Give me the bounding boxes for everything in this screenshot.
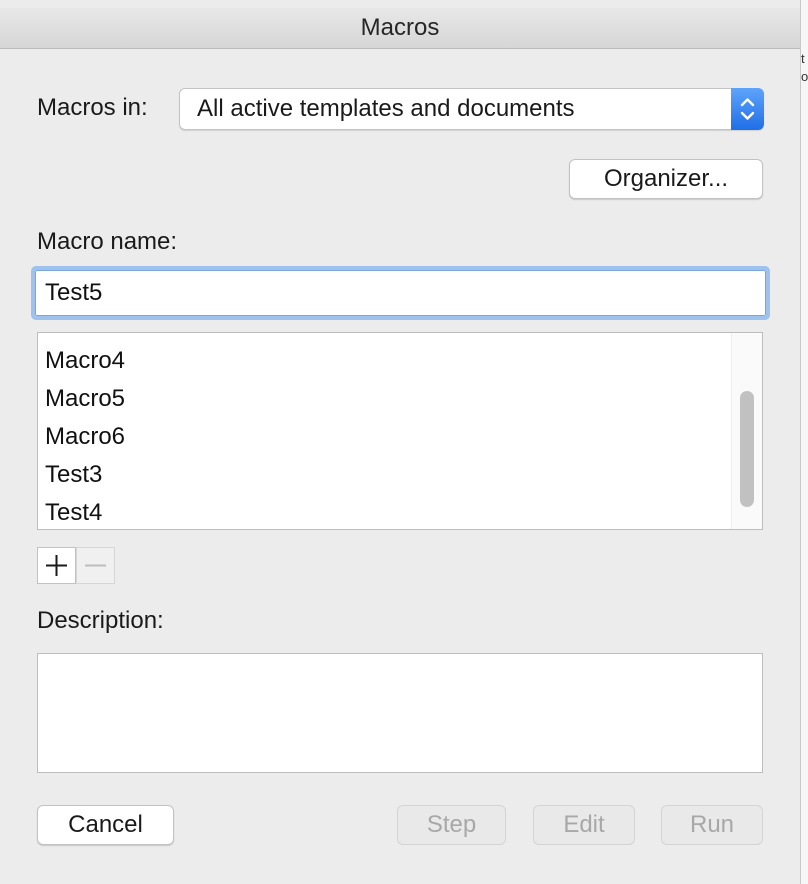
list-item[interactable]: Macro5 xyxy=(45,380,125,418)
organizer-button[interactable]: Organizer... xyxy=(569,159,763,199)
description-field xyxy=(37,653,763,773)
macro-name-label: Macro name: xyxy=(37,228,178,255)
chevron-updown-icon xyxy=(740,98,755,120)
popup-stepper[interactable] xyxy=(731,88,764,130)
macro-name-field[interactable] xyxy=(31,266,770,320)
add-macro-button[interactable] xyxy=(37,547,76,584)
list-item[interactable]: Test4 xyxy=(45,494,102,529)
cancel-button[interactable]: Cancel xyxy=(37,805,174,845)
background-glyph: t xyxy=(801,51,805,66)
run-button[interactable]: Run xyxy=(661,805,763,845)
background-window-edge: t o xyxy=(801,0,808,884)
scrollbar-thumb[interactable] xyxy=(740,391,754,507)
edit-button[interactable]: Edit xyxy=(533,805,635,845)
dialog-title: Macros xyxy=(0,8,800,49)
minus-icon xyxy=(85,564,106,567)
step-button[interactable]: Step xyxy=(397,805,506,845)
macro-list[interactable]: Macro4 Macro5 Macro6 Test3 Test4 xyxy=(37,332,763,530)
macros-in-popup[interactable]: All active templates and documents xyxy=(179,88,764,130)
list-item[interactable]: Test3 xyxy=(45,456,102,494)
macros-dialog: Macros Macros in: All active templates a… xyxy=(0,0,801,884)
remove-macro-button[interactable] xyxy=(76,547,115,584)
list-item[interactable]: Macro6 xyxy=(45,418,125,456)
description-label: Description: xyxy=(37,607,164,634)
background-glyph: o xyxy=(801,69,808,84)
list-scrollbar[interactable] xyxy=(731,333,762,529)
plus-icon xyxy=(46,555,67,576)
macros-in-selected-value: All active templates and documents xyxy=(197,95,575,122)
macro-name-input[interactable] xyxy=(35,270,766,316)
macros-in-label: Macros in: xyxy=(37,94,148,121)
list-item[interactable]: Macro4 xyxy=(45,342,125,380)
